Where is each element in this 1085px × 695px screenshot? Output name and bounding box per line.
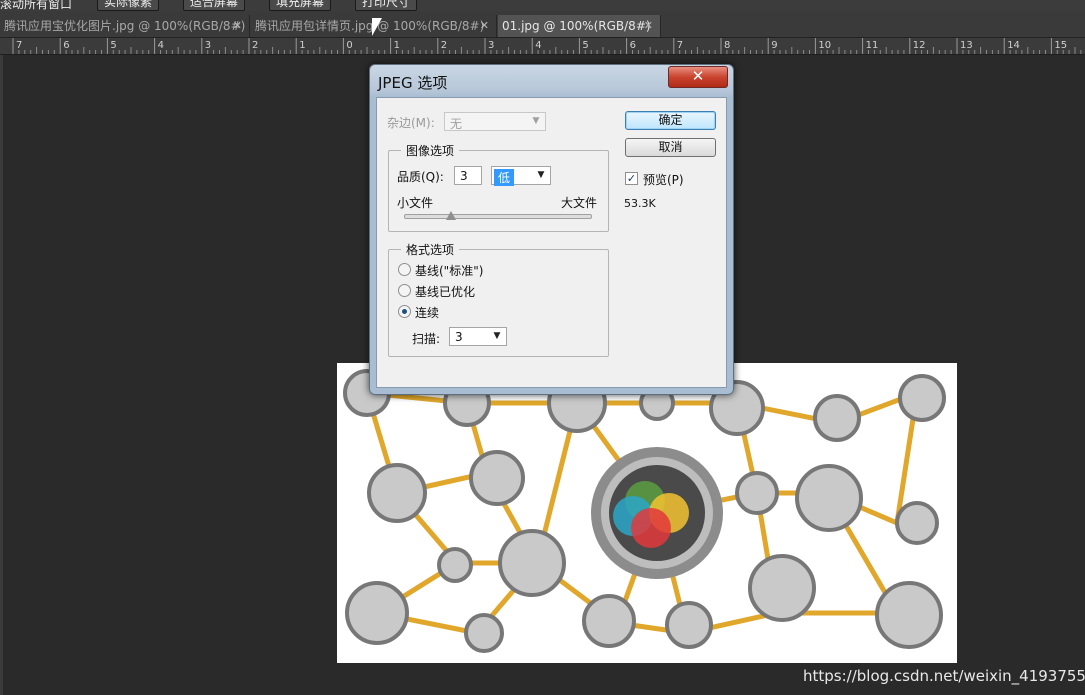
chevron-down-icon: ▼ — [493, 331, 501, 341]
dialog-title: JPEG 选项 — [378, 74, 448, 92]
document-tab-bar: 腾讯应用宝优化图片.jpg @ 100%(RGB/8#) ✕ 腾讯应用包详情页.… — [0, 11, 1085, 38]
quality-level-value: 低 — [494, 169, 515, 186]
jpeg-options-dialog: JPEG 选项 ✕ 杂边(M): 无 ▼ 图像选项 品质(Q): 3 低 ▼ 小… — [369, 64, 734, 395]
fit-screen-button[interactable]: 适合屏幕 — [183, 0, 245, 11]
quality-slider-track[interactable] — [404, 214, 592, 219]
scans-select[interactable]: 3 ▼ — [449, 327, 507, 346]
dialog-body: 杂边(M): 无 ▼ 图像选项 品质(Q): 3 低 ▼ 小文件 大文件 格式选… — [376, 97, 727, 388]
ruler-ticks: 7 6 5 4 3 2 1 0 1 2 3 4 5 6 7 8 9 10 11 12 13 14 15 — [12, 38, 1082, 54]
baseline-optimized-radio[interactable] — [398, 284, 411, 297]
matte-value: 无 — [450, 117, 463, 131]
close-tab-icon[interactable]: ✕ — [233, 15, 242, 37]
tab-document-1[interactable]: 腾讯应用宝优化图片.jpg @ 100%(RGB/8#) ✕ — [0, 15, 250, 37]
document-image — [337, 363, 957, 663]
close-icon[interactable]: ✕ — [668, 66, 728, 88]
quality-value: 3 — [460, 169, 468, 183]
mouse-cursor-icon — [372, 18, 382, 36]
ruler-label: 14 — [1007, 40, 1020, 51]
ruler-label: 4 — [158, 40, 164, 51]
baseline-optimized-label: 基线已优化 — [415, 285, 476, 299]
chevron-down-icon: ▼ — [537, 170, 545, 180]
horizontal-ruler[interactable]: 7 6 5 4 3 2 1 0 1 2 3 4 5 6 7 8 9 10 11 12 13 14 15 — [0, 38, 1085, 55]
print-size-button[interactable]: 打印尺寸 — [355, 0, 417, 11]
ruler-label: 10 — [818, 40, 831, 51]
tab-label: 腾讯应用包详情页.jpg @ 100%(RGB/8#) — [255, 19, 485, 33]
baseline-standard-radio[interactable] — [398, 263, 411, 276]
ruler-label: 9 — [771, 40, 777, 51]
scans-label: 扫描: — [412, 332, 441, 346]
options-bar: 滚动所有窗口 实际像素 适合屏幕 填充屏幕 打印尺寸 — [0, 0, 1085, 11]
ruler-label: 8 — [724, 40, 730, 51]
ruler-label: 15 — [1054, 40, 1067, 51]
quality-level-select[interactable]: 低 ▼ — [491, 166, 551, 186]
ruler-label: 3 — [488, 40, 494, 51]
tab-label: 腾讯应用宝优化图片.jpg @ 100%(RGB/8#) — [4, 19, 246, 33]
ruler-label: 12 — [913, 40, 926, 51]
close-tab-icon[interactable]: ✕ — [480, 15, 489, 37]
cancel-button[interactable]: 取消 — [625, 138, 716, 157]
preview-checkbox[interactable]: ✓ — [625, 172, 638, 185]
ok-button[interactable]: 确定 — [625, 111, 716, 130]
ruler-label: 5 — [110, 40, 116, 51]
image-options-group: 图像选项 — [388, 142, 609, 232]
ruler-label: 1 — [299, 40, 305, 51]
quality-input[interactable]: 3 — [454, 166, 482, 185]
ruler-label: 7 — [677, 40, 683, 51]
ruler-label: 11 — [866, 40, 879, 51]
ruler-label: 4 — [535, 40, 541, 51]
small-file-label: 小文件 — [397, 196, 434, 210]
image-options-title: 图像选项 — [401, 142, 460, 159]
matte-label: 杂边(M): — [387, 116, 435, 130]
preview-label: 预览(P) — [643, 173, 684, 187]
fill-screen-button[interactable]: 填充屏幕 — [269, 0, 331, 11]
scroll-all-windows-label[interactable]: 滚动所有窗口 — [0, 0, 72, 11]
ruler-label: 1 — [394, 40, 400, 51]
close-tab-icon[interactable]: ✕ — [644, 15, 653, 37]
progressive-radio[interactable] — [398, 305, 411, 318]
ruler-label: 13 — [960, 40, 973, 51]
chevron-down-icon: ▼ — [532, 116, 540, 126]
actual-pixels-button[interactable]: 实际像素 — [97, 0, 159, 11]
quality-slider-thumb[interactable] — [445, 211, 456, 220]
ruler-label: 6 — [630, 40, 636, 51]
ruler-label: 7 — [16, 40, 22, 51]
baseline-standard-label: 基线("标准") — [415, 264, 484, 278]
matte-select[interactable]: 无 ▼ — [444, 112, 546, 131]
center-logo — [591, 447, 723, 579]
file-size-readout: 53.3K — [624, 197, 656, 210]
ruler-label: 0 — [346, 40, 352, 51]
progressive-label: 连续 — [415, 306, 440, 320]
tab-document-3[interactable]: 01.jpg @ 100%(RGB/8#) ✕ — [498, 15, 661, 37]
watermark-text: https://blog.csdn.net/weixin_41937552 — [803, 667, 1085, 685]
tab-label: 01.jpg @ 100%(RGB/8#) — [502, 19, 651, 33]
large-file-label: 大文件 — [561, 196, 598, 210]
format-options-title: 格式选项 — [401, 241, 460, 258]
network-illustration — [343, 369, 946, 653]
ruler-label: 5 — [582, 40, 588, 51]
ruler-label: 2 — [252, 40, 258, 51]
ruler-label: 6 — [63, 40, 69, 51]
ruler-label: 3 — [205, 40, 211, 51]
quality-label: 品质(Q): — [397, 170, 444, 184]
ruler-label: 2 — [441, 40, 447, 51]
scans-value: 3 — [455, 330, 463, 344]
